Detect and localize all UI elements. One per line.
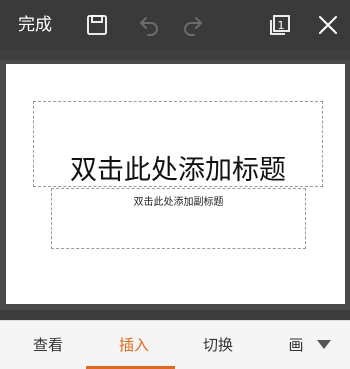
page-count: 1 bbox=[277, 19, 285, 32]
toolbar-divider bbox=[0, 50, 350, 60]
close-icon[interactable] bbox=[316, 13, 340, 37]
top-toolbar: 完成 1 bbox=[0, 0, 350, 50]
tab-insert[interactable]: 插入 bbox=[117, 334, 151, 356]
subtitle-placeholder-text: 双击此处添加副标题 bbox=[133, 197, 224, 208]
pages-icon[interactable]: 1 bbox=[268, 13, 292, 37]
redo-icon[interactable] bbox=[181, 13, 205, 37]
subtitle-placeholder-box[interactable]: 双击此处添加副标题 bbox=[51, 188, 306, 249]
undo-icon[interactable] bbox=[137, 13, 161, 37]
bottom-tab-bar: 查看 插入 切换 画 bbox=[0, 320, 350, 369]
slide[interactable]: 双击此处添加标题 双击此处添加副标题 bbox=[6, 64, 345, 304]
tab-switch[interactable]: 切换 bbox=[201, 334, 235, 356]
tab-draw[interactable]: 画 bbox=[287, 334, 305, 356]
chevron-down-icon[interactable] bbox=[316, 338, 332, 350]
canvas-bottom-gap bbox=[0, 310, 350, 320]
tab-view[interactable]: 查看 bbox=[31, 334, 65, 356]
slide-canvas: 双击此处添加标题 双击此处添加副标题 bbox=[0, 60, 350, 310]
save-icon[interactable] bbox=[85, 13, 109, 37]
done-button[interactable]: 完成 bbox=[18, 12, 52, 38]
title-placeholder-text: 双击此处添加标题 bbox=[70, 155, 286, 186]
title-placeholder-box[interactable]: 双击此处添加标题 bbox=[33, 101, 323, 187]
